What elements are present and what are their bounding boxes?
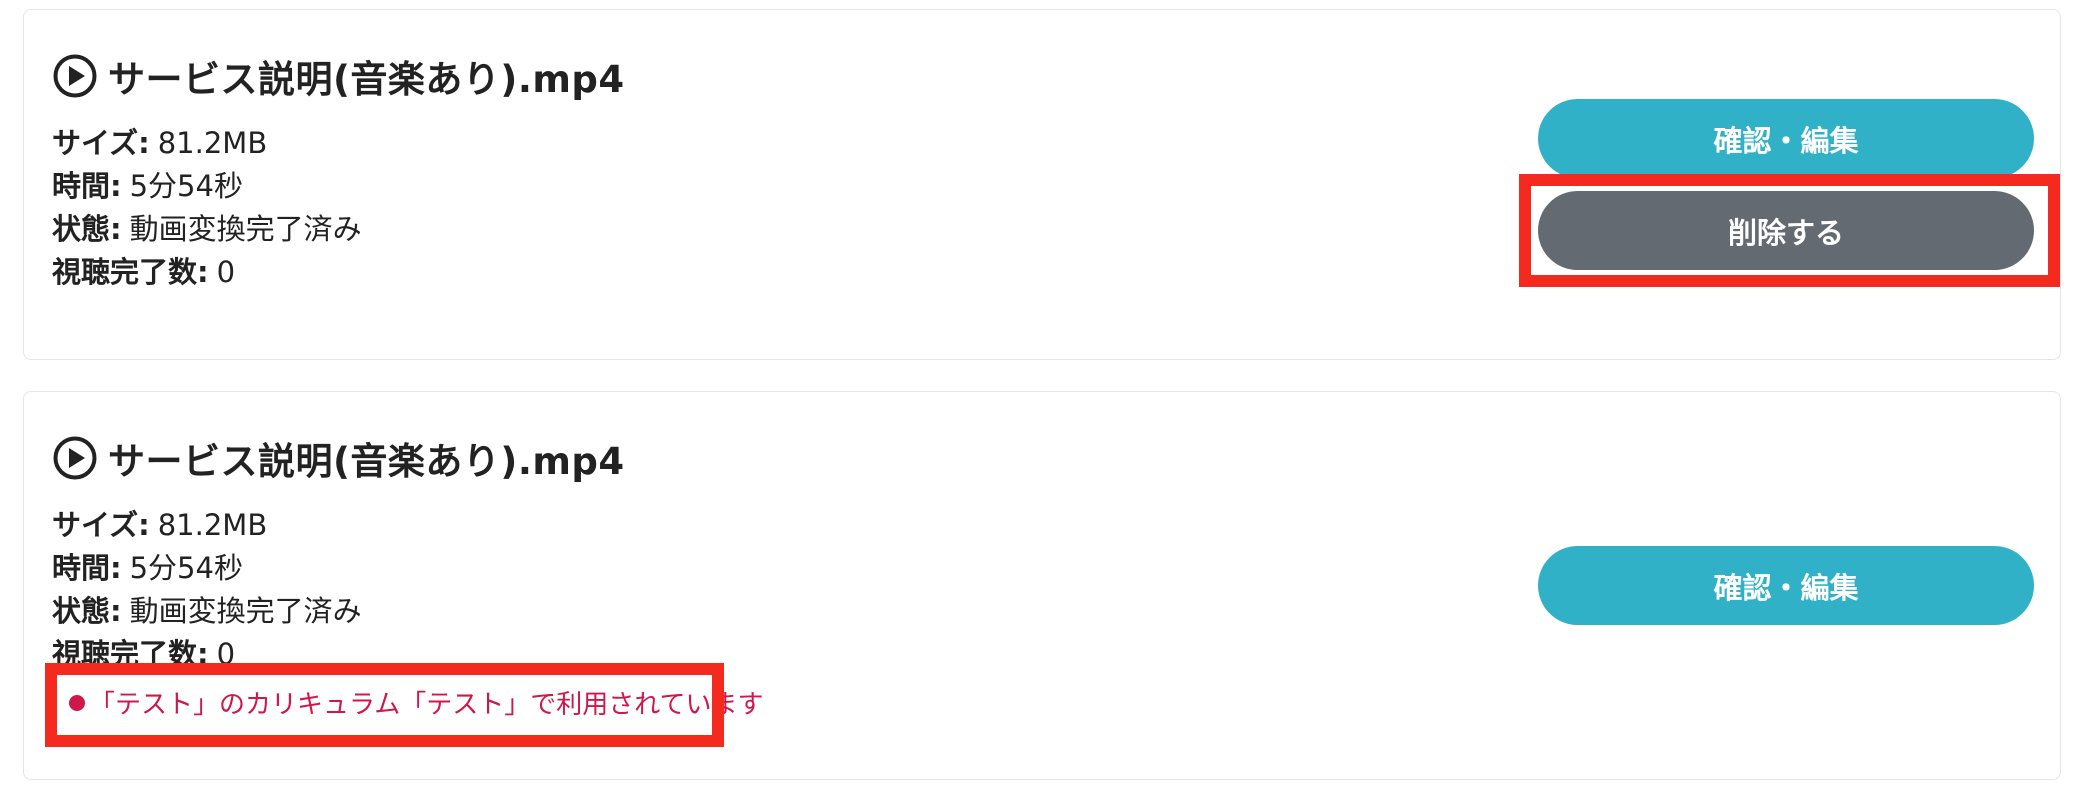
edit-button[interactable]: 確認・編集 (1538, 546, 2034, 625)
duration-row: 時間: 5分54秒 (52, 547, 362, 590)
video-title: サービス説明(音楽あり).mp4 (108, 440, 625, 483)
video-title-row: サービス説明(音楽あり).mp4 (52, 48, 625, 104)
size-value: 81.2MB (157, 508, 268, 542)
completed-views-label: 視聴完了数: (52, 255, 209, 289)
video-info: サイズ: 81.2MB 時間: 5分54秒 状態: 動画変換完了済み 視聴完了数: 0 (52, 122, 362, 294)
size-row: サイズ: 81.2MB (52, 504, 362, 547)
size-label: サイズ: (52, 508, 150, 542)
play-circle-icon (53, 436, 97, 480)
duration-label: 時間: (52, 169, 122, 203)
completed-views-value: 0 (216, 255, 236, 289)
video-title: サービス説明(音楽あり).mp4 (108, 58, 625, 101)
status-value: 動画変換完了済み (129, 594, 362, 628)
status-label: 状態: (52, 212, 122, 246)
highlight-box (45, 663, 724, 747)
status-label: 状態: (52, 594, 122, 628)
status-row: 状態: 動画変換完了済み (52, 208, 362, 251)
status-row: 状態: 動画変換完了済み (52, 590, 362, 633)
duration-row: 時間: 5分54秒 (52, 165, 362, 208)
video-title-row: サービス説明(音楽あり).mp4 (52, 430, 625, 486)
play-circle-icon (53, 54, 97, 98)
edit-button[interactable]: 確認・編集 (1538, 99, 2034, 178)
size-row: サイズ: 81.2MB (52, 122, 362, 165)
duration-value: 5分54秒 (129, 551, 243, 585)
status-value: 動画変換完了済み (129, 212, 362, 246)
duration-label: 時間: (52, 551, 122, 585)
video-info: サイズ: 81.2MB 時間: 5分54秒 状態: 動画変換完了済み 視聴完了数: 0 (52, 504, 362, 676)
duration-value: 5分54秒 (129, 169, 243, 203)
completed-views-row: 視聴完了数: 0 (52, 251, 362, 294)
size-label: サイズ: (52, 126, 150, 160)
size-value: 81.2MB (157, 126, 268, 160)
highlight-box (1519, 174, 2060, 287)
